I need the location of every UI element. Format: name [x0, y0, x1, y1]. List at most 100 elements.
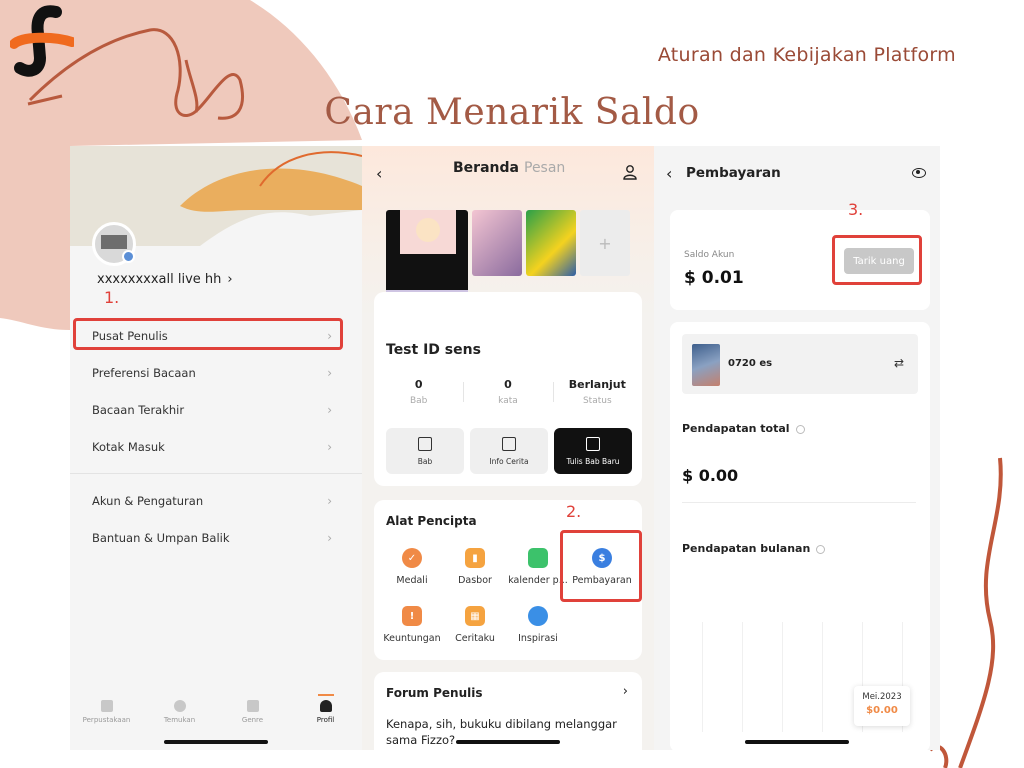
- menu-item-label: Preferensi Bacaan: [92, 365, 196, 380]
- tool-medali[interactable]: ✓ Medali: [380, 548, 444, 586]
- nav-genre[interactable]: Genre: [223, 700, 283, 724]
- menu-item-preferensi-bacaan[interactable]: Preferensi Bacaan ›: [70, 354, 362, 391]
- tool-ceritaku[interactable]: ▦ Ceritaku: [443, 606, 507, 644]
- info-icon[interactable]: [795, 424, 805, 434]
- menu-item-label: Kotak Masuk: [92, 439, 165, 454]
- tab-beranda[interactable]: Beranda: [453, 160, 519, 176]
- menu-item-label: Akun & Pengaturan: [92, 493, 204, 508]
- tool-inspirasi[interactable]: Inspirasi: [506, 606, 570, 644]
- chevron-right-icon: ›: [327, 530, 332, 545]
- library-icon: [100, 700, 113, 712]
- tab-pesan[interactable]: Pesan: [524, 160, 565, 176]
- home-indicator: [164, 740, 268, 744]
- highlight-tarik-uang: [832, 235, 922, 285]
- button-label: Tulis Bab Baru: [566, 456, 620, 466]
- stat-kata: 0 kata: [463, 378, 552, 406]
- bulb-icon: [528, 606, 548, 626]
- eye-icon[interactable]: [912, 168, 926, 178]
- payment-topbar: ‹ Pembayaran: [654, 164, 940, 188]
- username-text: xxxxxxxxall live hh: [97, 272, 222, 287]
- tooltip-month: Mei.2023: [862, 692, 902, 702]
- forum-title: Forum Penulis: [386, 686, 483, 700]
- nav-label: Genre: [241, 716, 264, 724]
- menu-divider: [70, 473, 362, 474]
- chevron-right-icon: ›: [327, 402, 332, 417]
- home-topbar: ‹ Beranda Pesan: [362, 160, 654, 188]
- platform-policy-header: Aturan dan Kebijakan Platform: [657, 44, 956, 66]
- swap-icon[interactable]: ⇄: [894, 356, 904, 370]
- slide: Aturan dan Kebijakan Platform Cara Menar…: [0, 0, 1024, 768]
- tool-label: kalender p...: [508, 575, 568, 586]
- tulis-bab-baru-button[interactable]: Tulis Bab Baru: [554, 428, 632, 474]
- step-1-label: 1.: [104, 288, 120, 307]
- tool-label: Inspirasi: [518, 633, 558, 644]
- chevron-right-icon: ›: [327, 365, 332, 380]
- chevron-right-icon: ›: [622, 684, 628, 699]
- stat-value: Berlanjut: [568, 378, 626, 391]
- home-indicator: [745, 740, 849, 744]
- book-title: Test ID sens: [386, 342, 481, 358]
- stat-value: 0: [414, 378, 423, 391]
- tool-label: Medali: [396, 575, 428, 586]
- button-label: Info Cerita: [489, 456, 529, 466]
- menu-item-kotak-masuk[interactable]: Kotak Masuk ›: [70, 428, 362, 465]
- back-arrow-icon[interactable]: ‹: [666, 164, 672, 183]
- book-card: Test ID sens 0 Bab 0 kata Berlanjut Status …: [374, 292, 642, 486]
- tool-label: Keuntungan: [383, 633, 441, 644]
- step-3-label: 3.: [848, 200, 864, 219]
- button-label: Bab: [417, 456, 433, 466]
- grid-icon: [246, 700, 259, 712]
- add-cover-icon[interactable]: +: [580, 210, 630, 276]
- total-income-text: Pendapatan total: [682, 422, 790, 435]
- stat-value: 0: [504, 378, 512, 391]
- cover-thumbnail[interactable]: [472, 210, 522, 276]
- info-cerita-button[interactable]: Info Cerita: [470, 428, 548, 474]
- slide-title: Cara Menarik Saldo: [324, 92, 700, 133]
- cover-thumbnail[interactable]: [526, 210, 576, 276]
- stat-bab: 0 Bab: [374, 378, 463, 406]
- back-arrow-icon[interactable]: ‹: [376, 164, 382, 183]
- monthly-income-text: Pendapatan bulanan: [682, 542, 811, 555]
- book-icon: [502, 436, 516, 451]
- forum-card[interactable]: Forum Penulis › Kenapa, sih, bukuku dibi…: [374, 672, 642, 750]
- menu-item-label: Bacaan Terakhir: [92, 402, 185, 417]
- tools-title: Alat Pencipta: [386, 514, 477, 528]
- payment-screen: ‹ Pembayaran Saldo Akun $ 0.01 Tarik uan…: [654, 146, 940, 750]
- total-income-value: $ 0.00: [682, 466, 739, 485]
- saldo-label: Saldo Akun: [684, 250, 735, 260]
- dashboard-icon: ▮: [465, 548, 485, 568]
- gift-icon: !: [402, 606, 422, 626]
- chevron-right-icon: ›: [227, 272, 233, 287]
- menu-item-bacaan-terakhir[interactable]: Bacaan Terakhir ›: [70, 391, 362, 428]
- nav-temukan[interactable]: Temukan: [150, 700, 210, 724]
- book-stats: 0 Bab 0 kata Berlanjut Status: [374, 378, 642, 406]
- calendar-icon: [528, 548, 548, 568]
- balance-card: Saldo Akun $ 0.01 Tarik uang 3.: [670, 200, 930, 310]
- stat-label: Bab: [409, 396, 428, 406]
- account-name: 0720 es: [728, 358, 773, 369]
- stat-status: Berlanjut Status: [552, 378, 642, 406]
- nav-label: Profil: [316, 716, 335, 724]
- username-link[interactable]: xxxxxxxxall live hh ›: [97, 272, 233, 287]
- tool-dasbor[interactable]: ▮ Dasbor: [443, 548, 507, 586]
- tooltip-value: $0.00: [866, 705, 898, 716]
- menu-item-akun-pengaturan[interactable]: Akun & Pengaturan ›: [70, 482, 362, 519]
- document-icon: [418, 436, 432, 451]
- user-icon[interactable]: [622, 164, 638, 180]
- nav-label: Temukan: [163, 716, 196, 724]
- chevron-right-icon: ›: [327, 493, 332, 508]
- menu-item-bantuan[interactable]: Bantuan & Umpan Balik ›: [70, 519, 362, 556]
- home-screen: ‹ Beranda Pesan + Test ID sens 0 Bab 0 kat…: [362, 146, 654, 750]
- highlight-pembayaran: [560, 530, 642, 602]
- tools-card: Alat Pencipta ✓ Medali ▮ Dasbor kalender p…: [374, 500, 642, 660]
- nav-profil[interactable]: Profil: [296, 700, 356, 724]
- compass-icon: [173, 700, 186, 712]
- tool-keuntungan[interactable]: ! Keuntungan: [380, 606, 444, 644]
- info-icon[interactable]: [816, 544, 826, 554]
- nav-perpustakaan[interactable]: Perpustakaan: [77, 700, 137, 724]
- account-selector[interactable]: 0720 es ⇄: [682, 334, 918, 394]
- earnings-card: 0720 es ⇄ Pendapatan total $ 0.00 Pendap…: [670, 322, 930, 750]
- bab-button[interactable]: Bab: [386, 428, 464, 474]
- tool-label: Ceritaku: [455, 633, 495, 644]
- account-thumbnail: [692, 344, 720, 386]
